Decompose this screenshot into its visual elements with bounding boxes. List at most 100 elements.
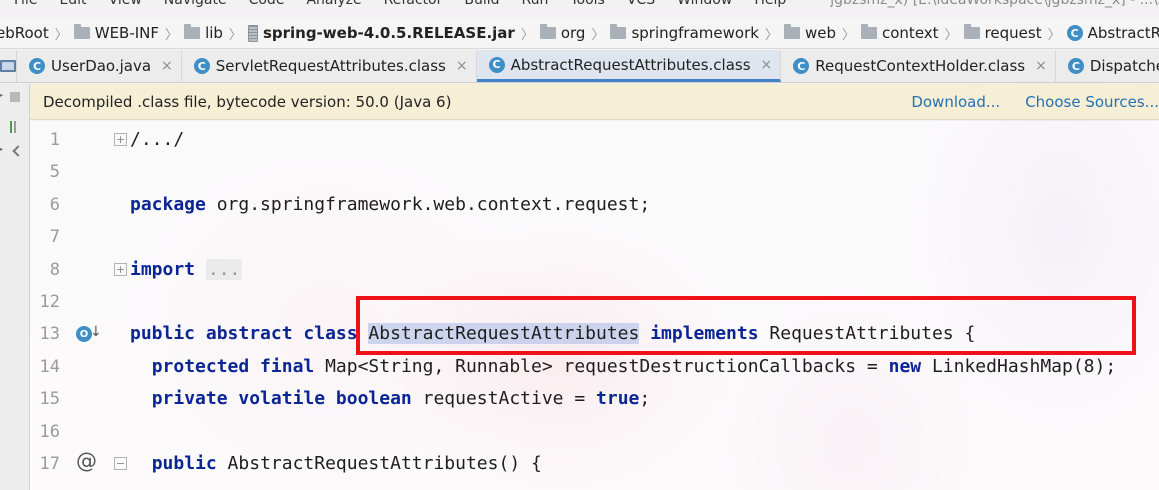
editor-tab[interactable]: C AbstractRequestAttributes.class × <box>476 50 782 82</box>
folder-icon <box>539 24 556 39</box>
breadcrumb-item[interactable]: spring-web-4.0.5.RELEASE.jar <box>247 24 515 42</box>
chevron-right-icon[interactable]: ▸ <box>0 144 3 155</box>
folder-icon <box>73 24 90 39</box>
jar-icon <box>247 24 258 42</box>
menu-vcs[interactable]: VCS <box>627 0 655 8</box>
breadcrumb-item[interactable]: WEB-INF <box>73 24 160 42</box>
folded-imports: ... <box>195 258 243 280</box>
breadcrumb-item[interactable]: CAbstractRequestAttributes <box>1066 24 1159 42</box>
editor-tab[interactable]: C RequestContextHolder.class × <box>781 50 1056 82</box>
code-editor[interactable]: 156781213O↓14151617@ /.../package org.sp… <box>30 121 1159 490</box>
code-line: private volatile boolean requestActive =… <box>130 383 651 415</box>
breadcrumb-item[interactable]: org <box>539 24 586 42</box>
fold-collapse-icon[interactable] <box>114 457 127 470</box>
breadcrumb-item[interactable]: context <box>861 24 939 42</box>
menu-tools[interactable]: Tools <box>570 0 605 8</box>
close-icon[interactable]: × <box>161 58 173 74</box>
interface-name: RequestAttributes { <box>758 323 976 345</box>
breadcrumb-label: AbstractRequestAttributes <box>1087 24 1159 42</box>
keyword: public <box>151 453 217 474</box>
fold-expand-icon[interactable] <box>114 133 127 146</box>
editor-tab[interactable]: C ServletRequestAttributes.class × <box>182 50 477 82</box>
line-number: 5 <box>49 162 60 183</box>
folded-imports-placeholder[interactable]: ... <box>205 258 243 280</box>
keyword: true <box>596 388 640 410</box>
choose-sources-link[interactable]: Choose Sources... <box>1025 93 1159 111</box>
menu-refactor[interactable]: Refactor <box>384 0 443 8</box>
chevron-right-icon: 〉 <box>944 27 958 43</box>
menu-view[interactable]: View <box>109 0 142 8</box>
window-title: jgbzsmz_x) [E:\ideaWorkspace\jgbzsmz_x] … <box>830 0 1159 8</box>
menu-code[interactable]: Code <box>249 0 285 8</box>
breadcrumb-item[interactable]: springframework <box>610 24 759 42</box>
line-number: 6 <box>49 194 60 215</box>
menu-file[interactable]: File <box>14 0 37 8</box>
tab-label: AbstractRequestAttributes.class <box>510 55 751 74</box>
breadcrumb-item[interactable]: request <box>963 24 1042 42</box>
left-tool-strip: ▸ ▸ <box>0 84 30 490</box>
close-icon[interactable]: × <box>456 58 468 74</box>
menu-bar: File Edit View Navigate Code Analyze Ref… <box>0 0 1159 9</box>
breadcrumb-label: web <box>804 24 836 42</box>
menu-run[interactable]: Run <box>522 0 549 8</box>
folder-icon <box>184 24 201 39</box>
code-line: import ... <box>130 254 243 286</box>
class-icon: C <box>1067 58 1084 74</box>
breadcrumb-item[interactable]: ebRoot <box>0 24 49 42</box>
code-line: protected final Map<String, Runnable> re… <box>130 351 1117 383</box>
breadcrumb-label: request <box>984 24 1042 42</box>
folder-icon <box>963 24 980 39</box>
code-area[interactable]: /.../ package org.springframework.web.con… <box>130 121 1159 490</box>
chevron-right-icon[interactable]: ▸ <box>0 90 3 101</box>
menu-window[interactable]: Window <box>677 0 732 8</box>
folder-icon <box>610 24 627 39</box>
library-icon[interactable] <box>10 121 16 133</box>
line-number: 12 <box>39 292 60 312</box>
tab-label: RequestContextHolder.class <box>815 57 1026 75</box>
breadcrumb-label: org <box>560 24 586 42</box>
keyword: import <box>130 258 196 280</box>
package-name: org.springframework.web.context.request; <box>205 193 651 215</box>
structure-icon[interactable] <box>10 92 20 102</box>
line-number: 8 <box>49 259 60 280</box>
folded-comment[interactable]: /.../ <box>130 129 184 150</box>
menu-edit[interactable]: Edit <box>59 0 86 8</box>
arrow-down-icon: ↓ <box>90 324 102 341</box>
close-icon[interactable]: × <box>761 57 773 73</box>
breadcrumb-label: ebRoot <box>0 24 49 42</box>
chevron-right-icon: 〉 <box>1047 27 1061 43</box>
breadcrumb-label: WEB-INF <box>94 24 160 42</box>
close-icon[interactable]: × <box>1035 58 1047 74</box>
breadcrumb: ebRoot 〉 WEB-INF 〉 lib 〉 spring-web-4.0.5.RELE… <box>0 18 1159 49</box>
breadcrumb-item[interactable]: lib <box>184 24 223 42</box>
fold-expand-icon[interactable] <box>114 262 127 276</box>
editor-tab[interactable]: C Dispatcher <box>1056 50 1159 82</box>
chevron-right-icon: 〉 <box>591 27 605 43</box>
menu-build[interactable]: Build <box>464 0 499 8</box>
editor-gutter: 156781213O↓14151617@ <box>30 121 130 490</box>
check-icon[interactable] <box>12 145 24 157</box>
chevron-right-icon: 〉 <box>764 27 778 43</box>
chevron-right-icon: 〉 <box>841 27 855 43</box>
editor-tab[interactable]: C UserDao.java × <box>17 50 182 82</box>
code-line: /.../ <box>130 124 184 156</box>
download-sources-link[interactable]: Download... <box>911 93 1000 111</box>
keyword: protected final <box>151 355 315 377</box>
tab-label: Dispatcher <box>1089 57 1159 75</box>
tab-label: ServletRequestAttributes.class <box>215 57 446 75</box>
field-tail: ; <box>639 388 651 410</box>
project-tool-button[interactable] <box>0 50 17 82</box>
menu-navigate[interactable]: Navigate <box>164 0 227 8</box>
field-decl: requestActive = <box>411 388 597 410</box>
breadcrumb-item[interactable]: web <box>783 24 836 42</box>
decompiled-notice-banner: Decompiled .class file, bytecode version… <box>30 84 1159 120</box>
code-line: public abstract class AbstractRequestAtt… <box>130 318 975 350</box>
chevron-right-icon: 〉 <box>228 27 242 43</box>
menu-analyze[interactable]: Analyze <box>306 0 361 8</box>
menu-help[interactable]: Help <box>754 0 786 8</box>
class-icon: C <box>793 58 810 74</box>
